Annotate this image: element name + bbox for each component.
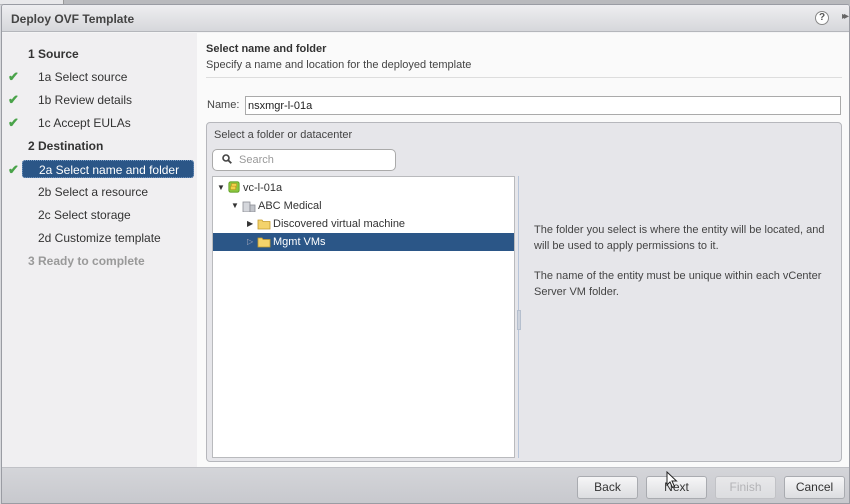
step-label: 1c Accept EULAs (38, 116, 131, 130)
step-select-source[interactable]: ✔ 1a Select source (8, 68, 128, 86)
folder-panel-title: Select a folder or datacenter (214, 129, 353, 141)
step-destination: 2 Destination (28, 137, 103, 155)
step-label: 1a Select source (38, 70, 128, 84)
check-icon: ✔ (8, 69, 19, 84)
tree-item-datacenter[interactable]: ▼ ABC Medical (213, 197, 514, 215)
search-input[interactable] (239, 152, 389, 168)
info-text-unique-name: The name of the entity must be unique wi… (534, 270, 822, 298)
expand-toggle-icon[interactable]: ▷ (247, 233, 253, 251)
main-content: Select name and folder Specify a name an… (197, 33, 849, 467)
folder-icon (257, 219, 271, 230)
step-label: 3 Ready to complete (28, 254, 145, 268)
step-select-storage[interactable]: 2c Select storage (38, 206, 131, 224)
finish-button: Finish (715, 476, 776, 499)
check-icon: ✔ (8, 115, 19, 130)
step-select-name-and-folder[interactable]: 2a Select name and folder (22, 160, 194, 178)
folder-icon (257, 237, 271, 248)
info-text-folder: The folder you select is where the entit… (534, 224, 825, 252)
dialog-footer: Back Next Finish Cancel (2, 467, 849, 503)
expand-icon[interactable]: ▸▸ (842, 11, 849, 22)
step-ready-to-complete: 3 Ready to complete (28, 252, 145, 270)
step-source: 1 Source (28, 45, 79, 63)
wizard-steps-sidebar: 1 Source ✔ 1a Select source ✔ 1b Review … (2, 33, 197, 467)
step-accept-eulas[interactable]: ✔ 1c Accept EULAs (8, 114, 131, 132)
vcenter-icon (228, 181, 240, 193)
expand-toggle-icon[interactable]: ▶ (247, 215, 253, 233)
name-input[interactable] (245, 96, 841, 115)
step-label: 2c Select storage (38, 208, 131, 222)
tree-item-label: Discovered virtual machine (273, 218, 406, 230)
check-icon: ✔ (8, 92, 19, 107)
expand-toggle-icon[interactable]: ▼ (231, 197, 239, 215)
name-label: Name: (207, 99, 240, 111)
back-button[interactable]: Back (577, 476, 638, 499)
search-icon (222, 154, 232, 164)
folder-tree[interactable]: ▼ vc-l-01a ▼ ABC Medical ▶ Discovered vi… (212, 176, 515, 458)
step-label: 2d Customize template (38, 231, 161, 245)
tree-item-folder-selected[interactable]: ▷ Mgmt VMs (213, 233, 514, 251)
help-icon[interactable]: ? (815, 11, 829, 25)
step-review-details[interactable]: ✔ 1b Review details (8, 91, 133, 109)
page-heading: Select name and folder (206, 43, 327, 55)
cancel-button[interactable]: Cancel (784, 476, 845, 499)
dialog-titlebar: Deploy OVF Template ? ▸▸ (2, 5, 849, 32)
step-label: 2b Select a resource (38, 185, 149, 199)
step-label: 2 Destination (28, 139, 104, 153)
step-select-resource[interactable]: 2b Select a resource (38, 183, 148, 201)
tree-item-label: vc-l-01a (243, 182, 283, 194)
dialog-title: Deploy OVF Template (11, 12, 135, 26)
deploy-ovf-dialog: Deploy OVF Template ? ▸▸ 1 Source ✔ 1a S… (1, 4, 850, 504)
check-icon: ✔ (8, 162, 19, 177)
page-subheading: Specify a name and location for the depl… (206, 59, 472, 71)
tree-item-vcenter[interactable]: ▼ vc-l-01a (213, 179, 514, 197)
expand-toggle-icon[interactable]: ▼ (217, 179, 225, 197)
step-label: 2a Select name and folder (39, 163, 180, 177)
step-label: 1 Source (28, 47, 79, 61)
splitter-handle[interactable] (517, 310, 521, 330)
datacenter-icon (242, 201, 256, 212)
step-customize-template[interactable]: 2d Customize template (38, 229, 161, 247)
folder-selection-panel: Select a folder or datacenter ▼ vc-l-0 (206, 122, 842, 462)
divider (206, 77, 842, 78)
tree-item-folder[interactable]: ▶ Discovered virtual machine (213, 215, 514, 233)
tree-item-label: Mgmt VMs (273, 236, 326, 248)
tree-item-label: ABC Medical (258, 200, 322, 212)
step-label: 1b Review details (38, 93, 133, 107)
search-box[interactable] (212, 149, 396, 171)
mouse-cursor-icon (666, 471, 678, 489)
